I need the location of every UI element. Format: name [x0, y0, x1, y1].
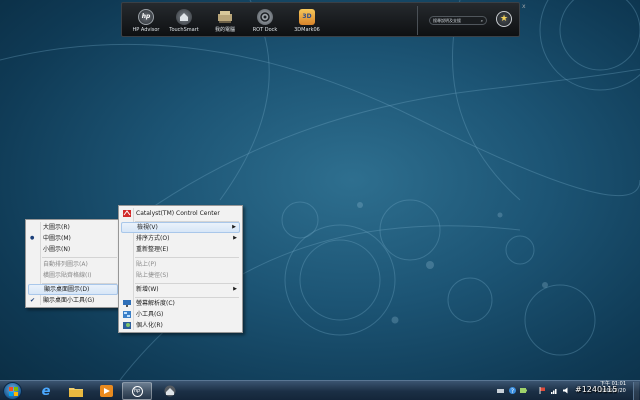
menu-item-show-desktop-icons[interactable]: 顯示桌面圖示(D)	[28, 284, 118, 295]
dock-item-label: TouchSmart	[169, 27, 199, 33]
taskbar-media-player[interactable]	[91, 382, 121, 400]
display-icon	[123, 300, 131, 307]
menu-item-label: 大圖示(R)	[43, 224, 70, 231]
menu-item-label: 新增(W)	[136, 286, 159, 293]
touchsmart-icon	[176, 9, 192, 25]
dock-item-label: ROT Dock	[252, 27, 278, 33]
dock-search-input[interactable]: 搜尋說明及支援 ⌕	[429, 16, 487, 25]
hp-icon: hp	[131, 385, 143, 397]
menu-item-label: 螢幕解析度(C)	[136, 300, 175, 307]
dock-item-label: 我的電腦	[214, 27, 235, 33]
menu-item-label: 個人化(R)	[136, 322, 163, 329]
menu-item-screen-resolution[interactable]: 螢幕解析度(C)	[121, 298, 240, 309]
chevron-right-icon: ▶	[232, 224, 236, 230]
chevron-right-icon: ▶	[233, 286, 237, 292]
internet-explorer-icon: e	[41, 383, 51, 399]
computer-icon	[217, 9, 233, 25]
menu-item-label: 小工具(G)	[136, 311, 164, 318]
menu-item-gadgets[interactable]: 小工具(G)	[121, 309, 240, 320]
watermark-text: #1240115	[575, 385, 618, 394]
hp-logo-icon: hp	[138, 9, 154, 25]
menu-item-sort-by[interactable]: 排序方式(O) ▶	[121, 233, 240, 244]
menu-item-paste-shortcut[interactable]: 貼上捷徑(S)	[121, 270, 240, 281]
dock-separator	[417, 6, 418, 35]
menu-separator	[135, 257, 239, 258]
folder-icon	[69, 387, 83, 397]
close-icon[interactable]: x	[522, 3, 526, 10]
volume-icon[interactable]	[563, 387, 570, 394]
menu-item-paste[interactable]: 貼上(P)	[121, 259, 240, 270]
rot-dock-icon	[257, 9, 273, 25]
dock-item-label: 3DMark06	[294, 27, 320, 33]
menu-item-label: 顯示桌面小工具(G)	[43, 297, 95, 304]
menu-item-label: 貼上捷徑(S)	[136, 272, 169, 279]
menu-item-label: 重新整理(E)	[136, 246, 169, 253]
menu-item-label: 自動排列圖示(A)	[43, 261, 88, 268]
menu-separator	[42, 257, 117, 258]
3dmark-icon: 3D	[299, 9, 315, 25]
flag-icon[interactable]	[539, 387, 546, 394]
menu-item-show-gadgets[interactable]: ✔ 顯示桌面小工具(G)	[28, 295, 118, 306]
personalize-icon	[123, 322, 131, 329]
taskbar-internet-explorer[interactable]: e	[31, 382, 61, 400]
taskbar-touchsmart[interactable]	[155, 382, 185, 400]
view-submenu: 大圖示(R) ● 中圖示(M) 小圖示(N) 自動排列圖示(A) 橫圖示貼齊格線…	[25, 219, 121, 308]
menu-item-large-icons[interactable]: 大圖示(R)	[28, 222, 118, 233]
gadgets-icon	[123, 311, 131, 318]
menu-item-small-icons[interactable]: 小圖示(N)	[28, 244, 118, 255]
desktop-wallpaper	[0, 0, 640, 380]
start-button[interactable]	[3, 382, 22, 400]
taskbar: e hp ?	[0, 380, 640, 400]
taskbar-hp[interactable]: hp	[122, 382, 152, 400]
menu-item-personalize[interactable]: 個人化(R)	[121, 320, 240, 331]
dock-item-3dmark[interactable]: 3D 3DMark06	[285, 7, 329, 37]
show-desktop-button[interactable]	[633, 382, 639, 400]
menu-item-medium-icons[interactable]: ● 中圖示(M)	[28, 233, 118, 244]
menu-item-label: 排序方式(O)	[136, 235, 170, 242]
wifi-icon[interactable]	[551, 387, 558, 394]
wallpaper-swirls	[0, 0, 640, 380]
svg-text:?: ?	[511, 388, 514, 394]
media-player-icon	[99, 385, 113, 397]
menu-item-label: 檢視(V)	[137, 224, 158, 231]
menu-item-align-to-grid[interactable]: 橫圖示貼齊格線(I)	[28, 270, 118, 281]
radio-dot-icon: ●	[30, 235, 35, 241]
checkmark-icon: ✔	[30, 297, 36, 304]
dock-item-computer[interactable]: 我的電腦	[203, 7, 247, 37]
network-icon[interactable]	[497, 387, 504, 394]
menu-item-label: 貼上(P)	[136, 261, 157, 268]
menu-item-label: Catalyst(TM) Control Center	[136, 210, 220, 217]
battery-icon[interactable]	[520, 387, 527, 394]
menu-item-label: 小圖示(N)	[43, 246, 71, 253]
hp-dock: hp HP Advisor TouchSmart 我的電腦 ROT Dock 3…	[121, 2, 526, 37]
dock-item-rot-dock[interactable]: ROT Dock	[243, 7, 287, 37]
chevron-right-icon: ▶	[233, 235, 237, 241]
catalyst-icon	[123, 210, 131, 217]
search-placeholder: 搜尋說明及支援	[433, 18, 461, 23]
menu-item-label: 橫圖示貼齊格線(I)	[43, 272, 92, 279]
menu-item-label: 中圖示(M)	[43, 235, 71, 242]
star-icon[interactable]: ★	[496, 11, 512, 27]
menu-item-auto-arrange[interactable]: 自動排列圖示(A)	[28, 259, 118, 270]
taskbar-explorer[interactable]	[61, 382, 91, 400]
menu-item-new[interactable]: 新增(W) ▶	[121, 284, 240, 295]
help-icon[interactable]: ?	[509, 387, 516, 394]
desktop-context-menu: Catalyst(TM) Control Center 檢視(V) ▶ 排序方式…	[118, 205, 243, 333]
menu-item-refresh[interactable]: 重新整理(E)	[121, 244, 240, 255]
dock-item-touchsmart[interactable]: TouchSmart	[162, 7, 206, 37]
touchsmart-icon	[164, 385, 176, 397]
menu-item-view[interactable]: 檢視(V) ▶	[121, 222, 240, 233]
search-icon: ⌕	[480, 18, 483, 23]
menu-item-catalyst[interactable]: Catalyst(TM) Control Center	[121, 208, 240, 219]
menu-item-label: 顯示桌面圖示(D)	[44, 286, 90, 293]
windows-logo-icon	[9, 387, 18, 396]
